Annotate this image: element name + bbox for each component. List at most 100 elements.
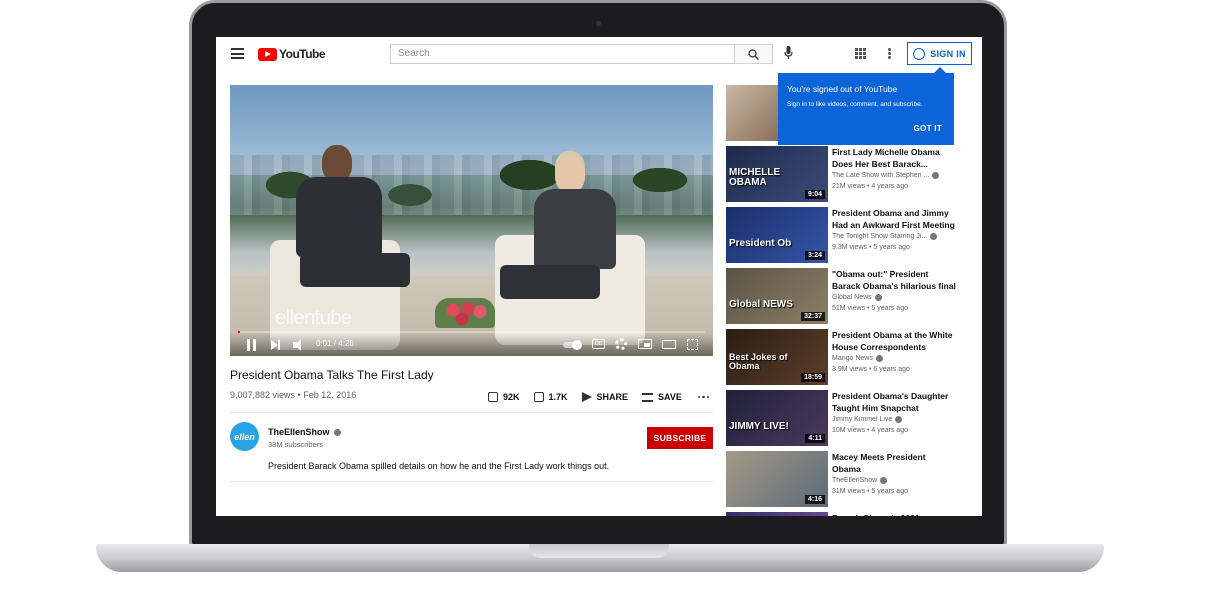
captions-icon[interactable]: CC <box>592 339 605 349</box>
thumbnail-text: Global NEWS <box>729 299 793 310</box>
subscriber-count: 38M subscribers <box>268 440 324 449</box>
related-video-channel[interactable]: TheEllenShow <box>832 477 877 484</box>
menu-icon[interactable] <box>231 48 244 59</box>
autoplay-toggle-icon[interactable] <box>563 340 582 350</box>
search-button[interactable] <box>735 44 773 64</box>
share-label: SHARE <box>596 392 629 402</box>
video-thumbnail[interactable]: JIMMY LIVE! 4:11 <box>726 390 828 446</box>
related-video-title[interactable]: President Obama and Jimmy Had an Awkward… <box>832 207 956 231</box>
video-thumbnail[interactable] <box>726 512 828 516</box>
flowers <box>435 298 495 328</box>
related-video-channel[interactable]: Global News <box>832 294 872 301</box>
divider <box>230 481 713 482</box>
thumbs-down-icon <box>533 392 544 402</box>
related-video-card[interactable]: Best Jokes of Obama 18:59 President Obama … <box>726 329 982 385</box>
subscribe-button[interactable]: SUBSCRIBE <box>647 427 713 449</box>
video-duration: 9:04 <box>804 190 825 199</box>
share-button[interactable]: SHARE <box>581 392 629 402</box>
related-video-title[interactable]: President Obama's Daughter Taught Him Sn… <box>832 390 956 414</box>
time-display: 0:01 / 4:26 <box>316 339 354 348</box>
playlist-add-icon <box>642 392 654 402</box>
video-duration: 3:24 <box>804 251 825 260</box>
related-video-card[interactable]: President Ob 3:24 President Obama and Jimm… <box>726 207 982 263</box>
video-thumbnail[interactable]: President Ob 3:24 <box>726 207 828 263</box>
related-video-meta: 3.9M views • 6 years ago <box>832 366 910 373</box>
video-thumbnail[interactable]: Global NEWS 32:37 <box>726 268 828 324</box>
related-video-channel-row: Global News <box>832 294 956 301</box>
verified-icon <box>333 428 341 436</box>
save-button[interactable]: SAVE <box>642 392 682 402</box>
channel-name-row[interactable]: TheEllenShow <box>268 427 341 437</box>
got-it-button[interactable]: GOT IT <box>914 124 942 133</box>
related-video-title[interactable]: President Obama at the White House Corre… <box>832 329 956 353</box>
video-duration: 4:11 <box>805 434 825 443</box>
thumbnail-text: MICHELLE OBAMA <box>729 167 781 188</box>
verified-icon <box>932 172 940 179</box>
signed-out-tooltip: You're signed out of YouTube Sign in to … <box>778 67 954 145</box>
apps-grid-icon[interactable] <box>855 48 866 59</box>
microphone-icon[interactable] <box>784 46 793 60</box>
miniplayer-icon[interactable] <box>638 339 652 349</box>
verified-icon <box>875 355 883 362</box>
youtube-screen: YouTube Search SIGN IN ellentube 0:01 / … <box>216 37 982 516</box>
host-figure <box>500 157 620 347</box>
thumbnail-text: JIMMY LIVE! <box>729 421 789 432</box>
related-video-channel[interactable]: Jimmy Kimmel Live <box>832 416 892 423</box>
related-video-channel-row: The Tonight Show Starring Ji... <box>832 233 956 240</box>
video-player[interactable]: ellentube 0:01 / 4:26 CC <box>230 85 713 356</box>
channel-avatar[interactable]: ellen <box>230 422 259 451</box>
video-thumbnail[interactable]: MICHELLE OBAMA 9:04 <box>726 146 828 202</box>
laptop-notch <box>529 544 669 558</box>
gear-icon[interactable] <box>615 338 627 350</box>
dislike-count: 1.7K <box>548 392 568 402</box>
related-video-card[interactable]: 4:16 Macey Meets President Obama TheEllenS… <box>726 451 982 507</box>
related-video-channel-row: Mango News <box>832 355 956 362</box>
related-video-title[interactable]: Macey Meets President Obama <box>832 451 956 475</box>
dislike-button[interactable]: 1.7K <box>533 392 568 402</box>
tooltip-body: Sign in to like videos, comment, and sub… <box>787 101 923 108</box>
related-video-channel[interactable]: The Tonight Show Starring Ji... <box>832 233 927 240</box>
next-icon[interactable] <box>271 339 281 351</box>
related-video-channel[interactable]: The Late Show with Stephen ... <box>832 172 929 179</box>
theater-mode-icon[interactable] <box>662 340 676 349</box>
pause-icon[interactable] <box>247 339 256 351</box>
related-video-meta: 21M views • 4 years ago <box>832 183 908 190</box>
video-title: President Obama Talks The First Lady <box>230 368 434 382</box>
related-video-card[interactable]: Barack Obama's 2021 <box>726 512 982 516</box>
masthead: YouTube Search SIGN IN <box>216 37 982 71</box>
sign-in-button[interactable]: SIGN IN <box>907 42 972 65</box>
search-icon <box>748 49 759 60</box>
logo-text: YouTube <box>279 47 326 61</box>
volume-icon[interactable] <box>293 339 307 351</box>
verified-icon <box>895 416 903 423</box>
verified-icon <box>930 233 938 240</box>
video-thumbnail[interactable]: Best Jokes of Obama 18:59 <box>726 329 828 385</box>
verified-icon <box>880 477 888 484</box>
verified-icon <box>874 294 882 301</box>
video-actions: 92K 1.7K SHARE SAVE <box>488 390 710 404</box>
youtube-play-icon <box>258 47 277 61</box>
youtube-logo[interactable]: YouTube <box>258 47 326 61</box>
related-video-card[interactable]: Global NEWS 32:37 "Obama out:" President B… <box>726 268 982 324</box>
related-video-channel[interactable]: Mango News <box>832 355 873 362</box>
related-video-card[interactable]: MICHELLE OBAMA 9:04 First Lady Michelle Ob… <box>726 146 982 202</box>
like-button[interactable]: 92K <box>488 392 520 402</box>
settings-more-icon[interactable] <box>888 48 891 59</box>
related-video-title[interactable]: Barack Obama's 2021 <box>832 512 956 516</box>
video-thumbnail[interactable]: 4:16 <box>726 451 828 507</box>
divider <box>230 412 713 413</box>
related-video-card[interactable]: JIMMY LIVE! 4:11 President Obama's Daughte… <box>726 390 982 446</box>
sign-in-label: SIGN IN <box>930 48 966 59</box>
related-video-title[interactable]: First Lady Michelle Obama Does Her Best … <box>832 146 956 170</box>
video-duration: 4:16 <box>804 495 825 504</box>
thumbnail-text: President Ob <box>729 238 792 249</box>
more-actions-icon[interactable] <box>697 395 710 399</box>
search-input[interactable]: Search <box>390 44 735 64</box>
save-label: SAVE <box>658 392 682 402</box>
laptop-mockup: YouTube Search SIGN IN ellentube 0:01 / … <box>0 0 1207 590</box>
channel-name[interactable]: TheEllenShow <box>268 427 330 437</box>
related-video-title[interactable]: "Obama out:" President Barack Obama's hi… <box>832 268 956 292</box>
fullscreen-icon[interactable] <box>687 339 698 350</box>
related-video-channel-row: The Late Show with Stephen ... <box>832 172 956 179</box>
share-icon <box>581 392 592 402</box>
